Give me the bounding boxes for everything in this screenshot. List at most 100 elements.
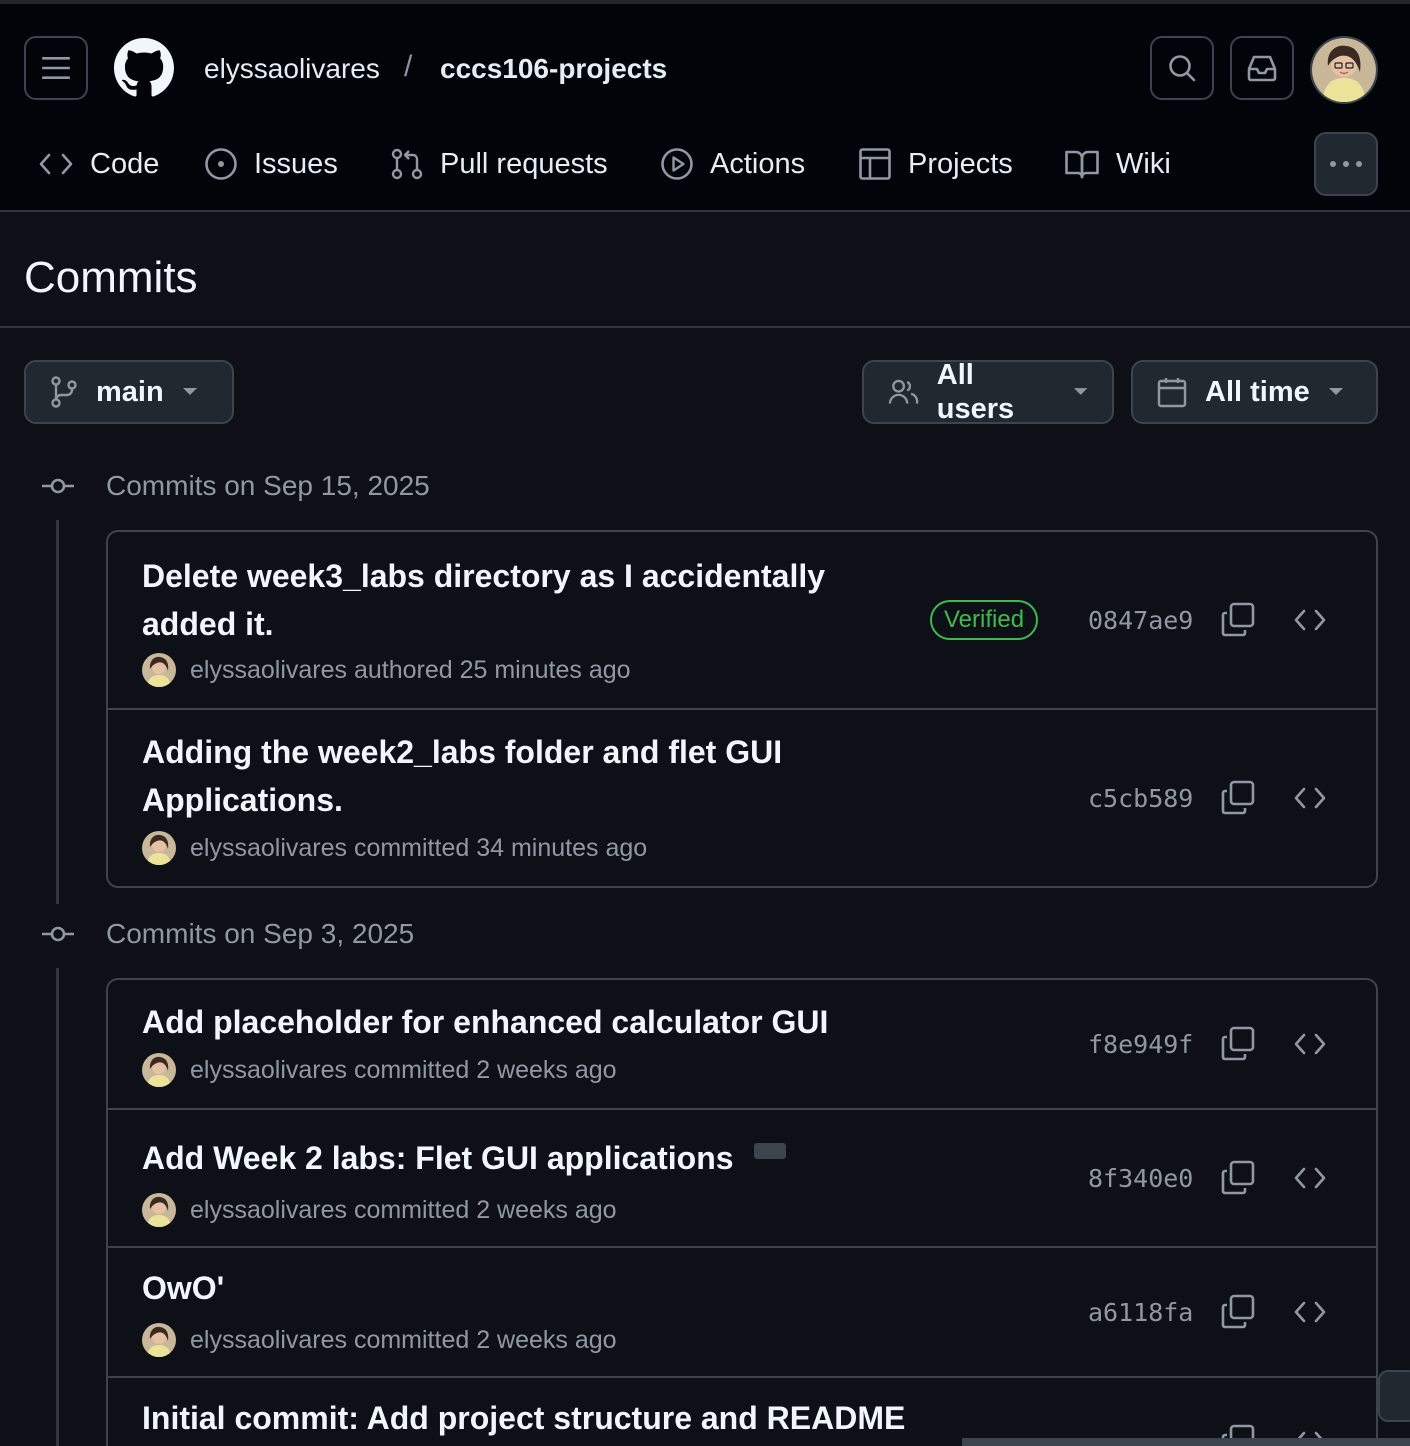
copy-icon[interactable]: [1220, 602, 1256, 638]
commit-author-text: elyssaolivares committed 34 minutes ago: [190, 834, 648, 862]
commit-list: Add placeholder for enhanced calculator …: [106, 978, 1378, 1446]
branch-name: main: [96, 376, 164, 408]
kebab-horizontal-icon: [1330, 161, 1362, 167]
tab-wiki[interactable]: Wiki: [1064, 132, 1171, 196]
page-title: Commits: [24, 253, 198, 302]
inbox-icon: [1247, 55, 1277, 82]
branch-selector[interactable]: main: [24, 360, 234, 424]
commit-message-link[interactable]: Adding the week2_labs folder and flet GU…: [142, 728, 862, 824]
horizontal-scrollbar[interactable]: [962, 1438, 1410, 1446]
time-filter[interactable]: All time: [1131, 360, 1378, 424]
commit-message-link[interactable]: OwO': [142, 1264, 862, 1312]
users-filter[interactable]: All users: [862, 359, 1114, 425]
menu-button[interactable]: [24, 36, 88, 100]
commit-group-heading: Commits on Sep 15, 2025: [40, 466, 430, 506]
git-branch-icon: [51, 376, 77, 408]
users-filter-label: All users: [936, 359, 1015, 425]
inbox-button[interactable]: [1230, 36, 1294, 100]
browser-tab-strip: [0, 0, 1410, 4]
commit-sha-link[interactable]: 0847ae9: [1088, 606, 1193, 636]
scroll-to-top-button[interactable]: [1378, 1370, 1410, 1422]
commit-row: Add placeholder for enhanced calculator …: [108, 980, 1376, 1110]
copy-icon[interactable]: [1220, 1026, 1256, 1062]
commit-row: Add Week 2 labs: Flet GUI applications e…: [108, 1110, 1376, 1248]
tab-projects[interactable]: Projects: [858, 132, 1013, 196]
commit-group-date: Commits on Sep 3, 2025: [106, 918, 415, 949]
table-icon: [859, 148, 891, 180]
title-divider: [0, 326, 1410, 328]
tab-pull-requests-label: Pull requests: [440, 148, 608, 180]
timeline-line: [56, 520, 59, 904]
commit-author-text: elyssaolivares authored 25 minutes ago: [190, 656, 631, 684]
triangle-down-icon: [1073, 388, 1088, 395]
app-header: elyssaolivares / cccs106-projects Code I…: [0, 0, 1410, 212]
browse-code-icon[interactable]: [1292, 1026, 1328, 1062]
commit-row: Initial commit: Add project structure an…: [108, 1378, 1376, 1446]
github-logo-icon[interactable]: [114, 38, 174, 98]
commit-author-text: elyssaolivares committed 2 weeks ago: [190, 1196, 617, 1224]
author-avatar[interactable]: [142, 1323, 176, 1357]
browse-code-icon[interactable]: [1292, 602, 1328, 638]
book-icon: [1065, 150, 1099, 179]
author-avatar[interactable]: [142, 1193, 176, 1227]
commit-message-link[interactable]: Add placeholder for enhanced calculator …: [142, 998, 902, 1046]
commit-meta: elyssaolivares committed 2 weeks ago: [142, 1192, 617, 1228]
tab-wiki-label: Wiki: [1116, 148, 1171, 180]
hamburger-icon: [42, 57, 70, 79]
user-avatar[interactable]: [1310, 36, 1378, 104]
git-commit-icon: [42, 926, 74, 942]
commit-group-date: Commits on Sep 15, 2025: [106, 470, 430, 501]
commit-author-text: elyssaolivares committed 2 weeks ago: [190, 1326, 617, 1354]
commit-meta: elyssaolivares committed 2 weeks ago: [142, 1052, 617, 1088]
copy-icon[interactable]: [1220, 1160, 1256, 1196]
commit-list: Delete week3_labs directory as I acciden…: [106, 530, 1378, 888]
commit-message-link[interactable]: Initial commit: Add project structure an…: [142, 1394, 942, 1442]
tab-code-label: Code: [90, 148, 160, 180]
people-icon: [888, 379, 919, 404]
tab-issues-label: Issues: [254, 148, 338, 180]
commit-sha-link[interactable]: a6118fa: [1088, 1298, 1193, 1328]
author-avatar[interactable]: [142, 1053, 176, 1087]
tab-pull-requests[interactable]: Pull requests: [390, 132, 608, 196]
more-tabs-button[interactable]: [1314, 132, 1378, 196]
commit-message-link[interactable]: Delete week3_labs directory as I acciden…: [142, 552, 862, 648]
play-icon: [661, 148, 693, 180]
git-commit-icon: [42, 478, 74, 494]
commit-sha-link[interactable]: f8e949f: [1088, 1030, 1193, 1060]
breadcrumb-separator: /: [404, 50, 413, 83]
copy-icon[interactable]: [1220, 780, 1256, 816]
commit-sha-link[interactable]: 8f340e0: [1088, 1164, 1193, 1194]
author-avatar[interactable]: [142, 831, 176, 865]
commit-meta: elyssaolivares committed 2 weeks ago: [142, 1322, 617, 1358]
browse-code-icon[interactable]: [1292, 1160, 1328, 1196]
triangle-down-icon: [1328, 388, 1343, 395]
repo-owner-link[interactable]: elyssaolivares: [204, 52, 380, 86]
browse-code-icon[interactable]: [1292, 780, 1328, 816]
expand-description-button[interactable]: [753, 1142, 786, 1159]
tab-actions-label: Actions: [710, 148, 806, 180]
commit-meta: elyssaolivares authored 25 minutes ago: [142, 652, 631, 688]
tab-issues[interactable]: Issues: [204, 132, 338, 196]
author-avatar[interactable]: [142, 653, 176, 687]
commit-author-text: elyssaolivares committed 2 weeks ago: [190, 1056, 617, 1084]
browse-code-icon[interactable]: [1292, 1294, 1328, 1330]
verified-badge[interactable]: Verified: [930, 600, 1039, 640]
git-pull-request-icon: [391, 148, 423, 180]
search-icon: [1169, 55, 1196, 82]
commit-group-heading: Commits on Sep 3, 2025: [40, 914, 414, 954]
tab-actions[interactable]: Actions: [660, 132, 805, 196]
commit-sha-link[interactable]: c5cb589: [1088, 784, 1193, 814]
commit-row: OwO' elyssaolivares committed 2 weeks ag…: [108, 1248, 1376, 1378]
repo-nav: Code Issues Pull requests Actions Projec…: [0, 132, 1410, 196]
search-button[interactable]: [1150, 36, 1214, 100]
commit-message-link[interactable]: Add Week 2 labs: Flet GUI applications: [142, 1140, 734, 1176]
timeline-line: [56, 968, 59, 1446]
copy-icon[interactable]: [1220, 1294, 1256, 1330]
issue-opened-icon: [205, 148, 237, 180]
commit-meta: elyssaolivares committed 34 minutes ago: [142, 830, 647, 866]
commit-row: Adding the week2_labs folder and flet GU…: [108, 710, 1376, 886]
calendar-icon: [1157, 378, 1187, 408]
tab-code[interactable]: Code: [38, 132, 159, 196]
tab-projects-label: Projects: [908, 148, 1013, 180]
repo-name-link[interactable]: cccs106-projects: [440, 52, 667, 86]
